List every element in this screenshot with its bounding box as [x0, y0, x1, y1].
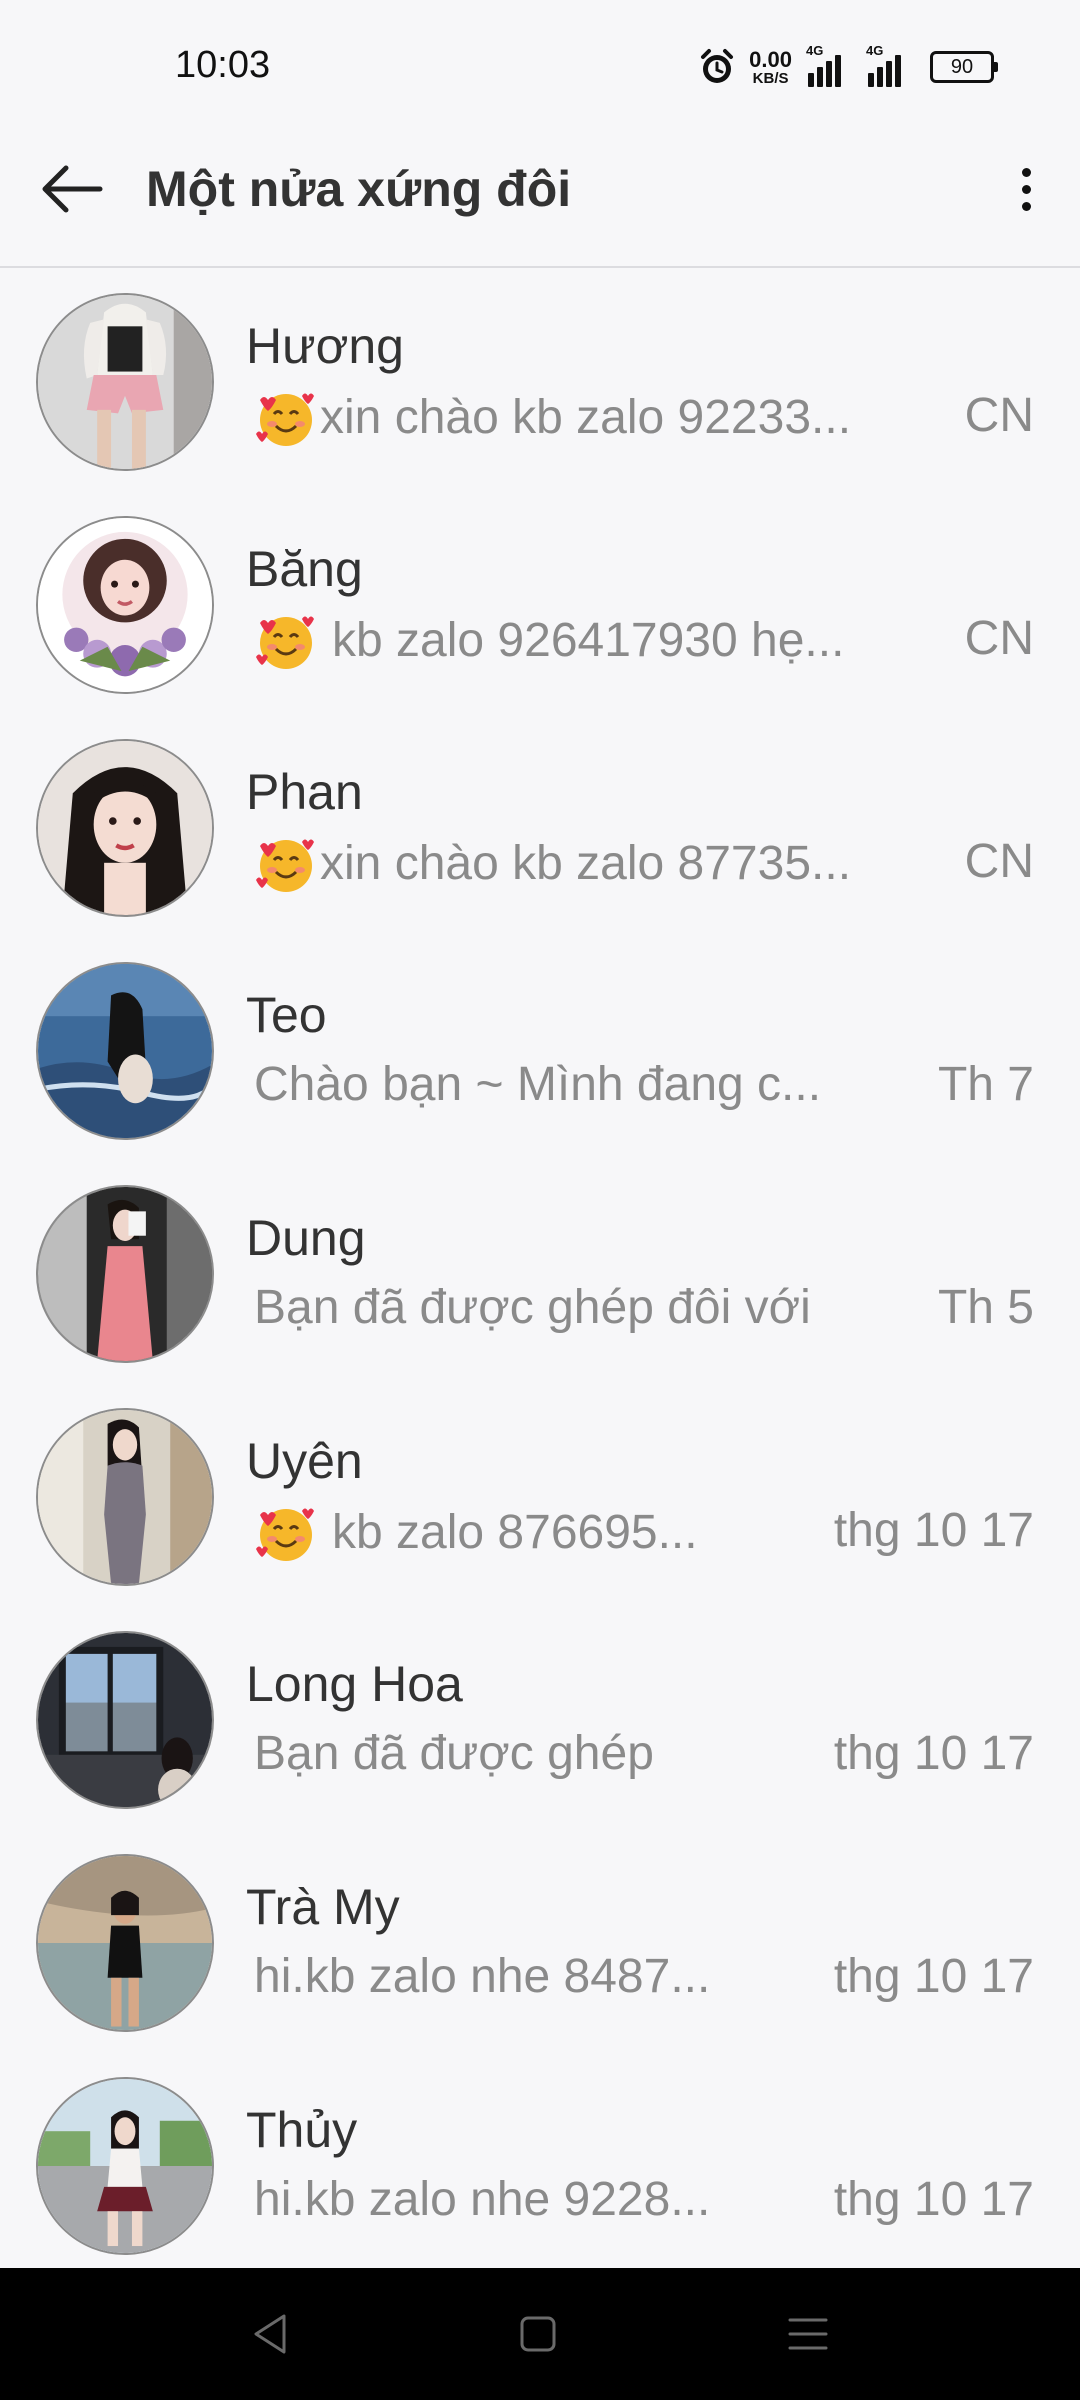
network-speed-value: 0.00	[749, 46, 792, 72]
avatar	[36, 739, 214, 917]
page-title: Một nửa xứng đôi	[146, 161, 572, 217]
chat-list-item[interactable]: Long Hoa Bạn đã được ghép thg 10 17	[0, 1608, 1080, 1831]
chat-time: CN	[964, 389, 1034, 442]
signal-strength-icon: 4G	[866, 43, 916, 87]
chat-list: Hương xin chào kb zalo 92233... CN Băng …	[0, 270, 1080, 2277]
screen: 10:03 0.00 KB/S 4G 4G 90 Một nửa xứng đô…	[0, 0, 1080, 2400]
chat-time: CN	[964, 835, 1034, 888]
signal-strength-icon: 4G	[806, 43, 852, 87]
chat-time: Th 5	[937, 1281, 1034, 1334]
chat-name: Uyên	[246, 1433, 363, 1489]
back-button[interactable]	[36, 153, 108, 225]
chat-preview: hi.kb zalo nhe 8487...	[254, 1949, 914, 2005]
network-speed-unit: KB/S	[752, 69, 789, 87]
chat-preview-text: xin chào kb zalo 87735...	[320, 837, 852, 890]
nav-back-button[interactable]	[240, 2308, 300, 2360]
avatar	[36, 1631, 214, 1809]
menu-lines-icon	[788, 2318, 828, 2350]
chat-list-item[interactable]: Băng kb zalo 926417930 hẹ... CN	[0, 493, 1080, 716]
avatar	[36, 962, 214, 1140]
chat-time: thg 10 17	[833, 2173, 1034, 2226]
chat-name: Hương	[246, 318, 404, 374]
avatar	[36, 516, 214, 694]
chat-preview: Bạn đã được ghép	[254, 1726, 914, 1782]
more-vert-icon	[1021, 167, 1031, 177]
avatar	[36, 1185, 214, 1363]
chat-name: Dung	[246, 1210, 366, 1266]
alarm-icon	[699, 48, 735, 86]
chat-preview-text: hi.kb zalo nhe 9228...	[254, 2173, 711, 2226]
chat-preview-text: Chào bạn ~ Mình đang c...	[254, 1058, 822, 1111]
chat-preview: Chào bạn ~ Mình đang c...	[254, 1057, 914, 1113]
avatar	[36, 1854, 214, 2032]
more-options-button[interactable]	[996, 153, 1056, 225]
smiling-face-with-hearts-icon	[254, 611, 318, 671]
smiling-face-with-hearts-icon	[254, 388, 318, 448]
status-bar: 10:03 0.00 KB/S 4G 4G 90	[0, 0, 1080, 135]
chat-time: thg 10 17	[833, 1950, 1034, 2003]
chat-list-item[interactable]: Dung Bạn đã được ghép đôi với Th 5	[0, 1162, 1080, 1385]
network-type-label: 4G	[806, 43, 824, 58]
chat-preview-text: Bạn đã được ghép	[254, 1727, 654, 1780]
chat-name: Phan	[246, 764, 363, 820]
nav-recents-button[interactable]	[778, 2308, 838, 2360]
battery-level: 90	[930, 51, 994, 83]
navigation-bar	[0, 2268, 1080, 2400]
chat-preview: Bạn đã được ghép đôi với	[254, 1280, 914, 1336]
network-type-label: 4G	[866, 43, 884, 58]
chat-name: Teo	[246, 987, 327, 1043]
chat-preview: kb zalo 926417930 hẹ...	[254, 611, 914, 671]
chat-preview-text: hi.kb zalo nhe 8487...	[254, 1950, 711, 2003]
status-time: 10:03	[175, 44, 271, 86]
chat-preview: xin chào kb zalo 92233...	[254, 388, 914, 448]
chat-preview-text: Bạn đã được ghép đôi với	[254, 1281, 811, 1334]
triangle-left-icon	[254, 2314, 286, 2354]
chat-time: CN	[964, 612, 1034, 665]
chat-preview-text: xin chào kb zalo 92233...	[320, 391, 852, 444]
avatar	[36, 1408, 214, 1586]
chat-list-item[interactable]: Hương xin chào kb zalo 92233... CN	[0, 270, 1080, 493]
chat-preview-text: kb zalo 926417930 hẹ...	[332, 614, 845, 667]
avatar	[36, 293, 214, 471]
smiling-face-with-hearts-icon	[254, 834, 318, 894]
chat-preview-text: kb zalo 876695...	[332, 1506, 698, 1559]
chat-list-item[interactable]: Phan xin chào kb zalo 87735... CN	[0, 716, 1080, 939]
chat-time: thg 10 17	[833, 1727, 1034, 1780]
chat-preview: xin chào kb zalo 87735...	[254, 834, 914, 894]
chat-name: Băng	[246, 541, 363, 597]
nav-home-button[interactable]	[508, 2308, 568, 2360]
app-bar: Một nửa xứng đôi	[0, 135, 1080, 268]
smiling-face-with-hearts-icon	[254, 1503, 318, 1563]
chat-list-item[interactable]: Trà My hi.kb zalo nhe 8487... thg 10 17	[0, 1831, 1080, 2054]
arrow-left-icon	[42, 165, 103, 213]
chat-name: Trà My	[246, 1879, 400, 1935]
network-speed: 0.00 KB/S	[749, 46, 792, 87]
status-icons: 0.00 KB/S 4G 4G 90	[699, 43, 998, 90]
chat-preview: hi.kb zalo nhe 9228...	[254, 2172, 914, 2228]
chat-list-item[interactable]: Uyên kb zalo 876695... thg 10 17	[0, 1385, 1080, 1608]
chat-time: thg 10 17	[833, 1504, 1034, 1557]
battery-icon: 90	[930, 51, 998, 83]
square-icon	[520, 2316, 556, 2352]
chat-list-item[interactable]: Thủy hi.kb zalo nhe 9228... thg 10 17	[0, 2054, 1080, 2277]
avatar	[36, 2077, 214, 2255]
chat-list-item[interactable]: Teo Chào bạn ~ Mình đang c... Th 7	[0, 939, 1080, 1162]
chat-name: Thủy	[246, 2102, 358, 2158]
chat-preview: kb zalo 876695...	[254, 1503, 914, 1563]
chat-name: Long Hoa	[246, 1656, 463, 1712]
chat-time: Th 7	[937, 1058, 1034, 1111]
